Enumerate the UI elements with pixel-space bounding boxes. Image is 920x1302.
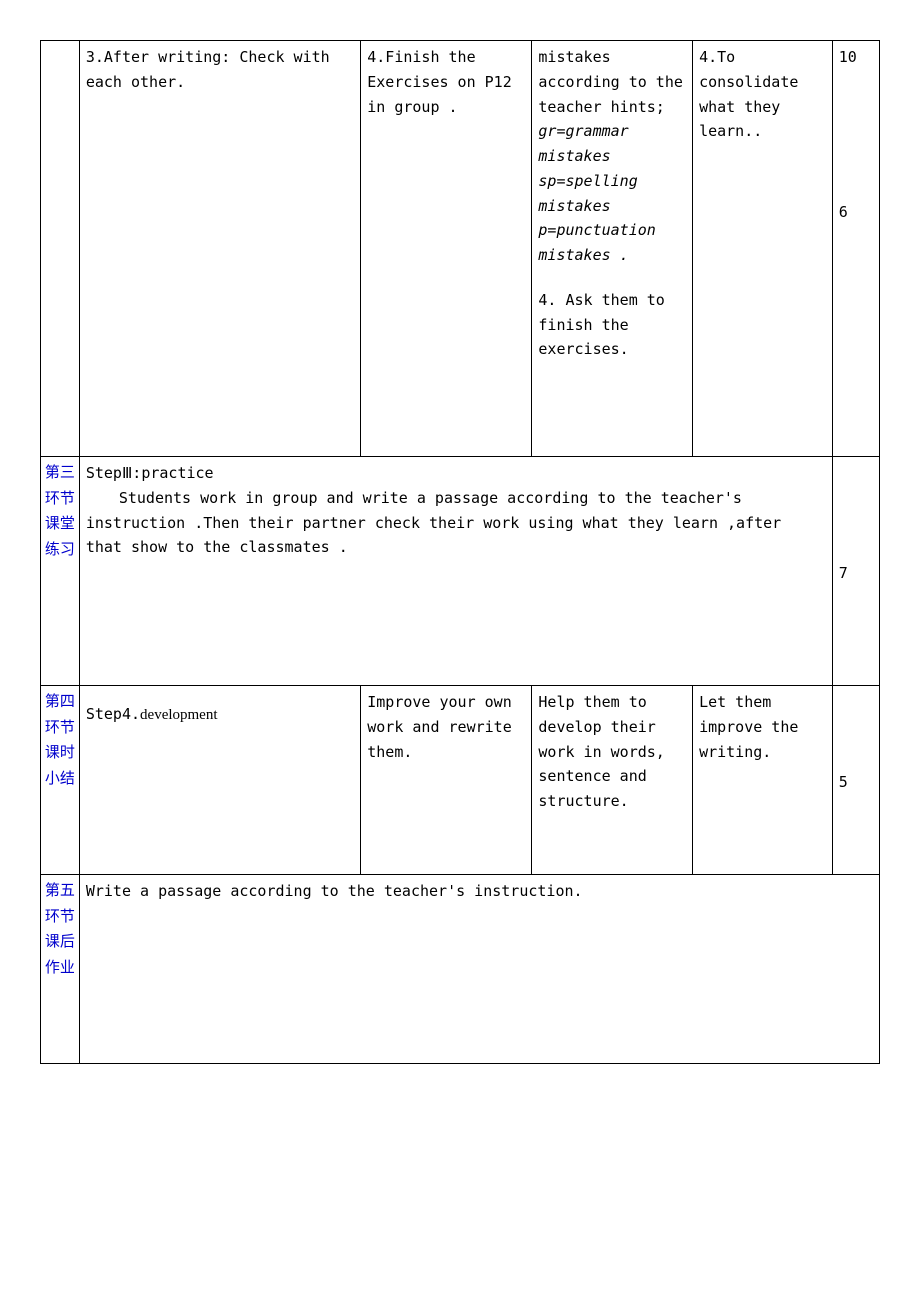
cell-b: Improve your own work and rewrite them. [361, 686, 532, 875]
row-label-text: 第三环节课堂练习 [45, 465, 75, 558]
table-row: 第三环节课堂练习 StepⅢ:practice Students work in… [41, 457, 880, 686]
text: 3.After writing: Check with each other. [86, 48, 330, 91]
row-label: 第三环节课堂练习 [41, 457, 80, 686]
cell-body: Write a passage according to the teacher… [79, 875, 879, 1064]
table-row: 第四环节课时小结 Step4.development Improve your … [41, 686, 880, 875]
row-label: 第四环节课时小结 [41, 686, 80, 875]
cell-time: 10 6 [832, 41, 879, 457]
cell-time: 5 [832, 686, 879, 875]
text: Write a passage according to the teacher… [86, 882, 583, 900]
text: Let them improve the writing. [699, 693, 798, 761]
text: gr=grammar mistakes [538, 119, 686, 169]
text: 4. Ask them to finish the exercises. [538, 291, 664, 359]
cell-d: Let them improve the writing. [693, 686, 833, 875]
cell-main: Step4.development [79, 686, 360, 875]
row-label: 第五环节课后作业 [41, 875, 80, 1064]
cell-body: StepⅢ:practice Students work in group an… [79, 457, 832, 686]
cell-c: mistakes according to the teacher hints;… [532, 41, 693, 457]
text: development [140, 707, 217, 723]
text: 4.To consolidate what they learn.. [699, 48, 798, 140]
cell-d: 4.To consolidate what they learn.. [693, 41, 833, 457]
cell-b: 4.Finish the Exercises on P12 in group . [361, 41, 532, 457]
text: sp=spelling mistakes [538, 169, 686, 219]
cell-main: 3.After writing: Check with each other. [79, 41, 360, 457]
row-label [41, 41, 80, 457]
cell-time: 7 [832, 457, 879, 686]
lesson-plan-table: 3.After writing: Check with each other. … [40, 40, 880, 1064]
duration: 10 [839, 45, 873, 70]
row-label-text: 第四环节课时小结 [45, 694, 75, 787]
table-row: 3.After writing: Check with each other. … [41, 41, 880, 457]
duration: 5 [839, 773, 848, 791]
cell-c: Help them to develop their work in words… [532, 686, 693, 875]
text: mistakes according to the teacher hints; [538, 45, 686, 119]
text: Help them to develop their work in words… [538, 693, 664, 810]
table-row: 第五环节课后作业 Write a passage according to th… [41, 875, 880, 1064]
step-body: Students work in group and write a passa… [86, 486, 826, 560]
text: Improve your own work and rewrite them. [367, 693, 512, 761]
text: 4.Finish the Exercises on P12 in group . [367, 48, 512, 116]
step-heading: StepⅢ:practice [86, 461, 826, 486]
text: Step4. [86, 705, 140, 723]
text: p=punctuation mistakes . [538, 218, 686, 268]
duration: 7 [839, 564, 848, 582]
duration: 6 [839, 200, 873, 225]
row-label-text: 第五环节课后作业 [45, 883, 75, 976]
